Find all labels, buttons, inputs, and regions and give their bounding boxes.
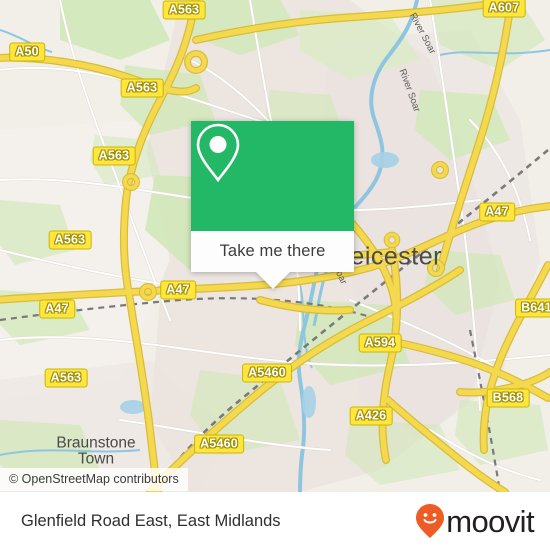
road-shield: A426	[349, 406, 393, 426]
popup-icon-area	[191, 121, 354, 231]
place-label: Town	[77, 450, 115, 468]
take-me-there-label: Take me there	[219, 242, 326, 260]
road-shield: A563	[162, 0, 206, 20]
moovit-wordmark: moovit	[446, 503, 534, 539]
map-screen: .landuse-green{fill:#cfe8b6;} .landuse-g…	[0, 0, 550, 550]
bottom-bar: Glenfield Road East, East Midlands moovi…	[0, 492, 550, 550]
road-shield: A47	[479, 202, 515, 222]
map-attribution[interactable]: © OpenStreetMap contributors	[0, 468, 188, 491]
location-title: Glenfield Road East, East Midlands	[21, 511, 281, 530]
road-shield: B6416	[515, 298, 550, 318]
road-shield: A563	[44, 368, 88, 388]
road-shield: A47	[160, 280, 196, 300]
location-popup[interactable]: Take me there	[191, 121, 354, 289]
road-shield: A5460	[194, 434, 244, 454]
moovit-pin-icon	[416, 504, 445, 538]
road-shield: A607	[482, 0, 526, 18]
place-label: Braunstone	[56, 434, 136, 452]
moovit-logo[interactable]: moovit	[415, 503, 535, 539]
road-shield: A594	[358, 333, 402, 353]
road-shield: A563	[120, 78, 164, 98]
road-shield: A563	[48, 230, 92, 250]
popup-pointer	[255, 272, 290, 289]
road-shield: A563	[92, 146, 136, 166]
road-shield: A47	[39, 299, 75, 319]
map-pin-icon	[196, 123, 240, 183]
road-shield: B568	[486, 388, 530, 408]
map-canvas[interactable]: .landuse-green{fill:#cfe8b6;} .landuse-g…	[0, 0, 550, 492]
take-me-there-button[interactable]: Take me there	[191, 231, 354, 272]
road-shield: A50	[9, 42, 45, 62]
road-shield: A5460	[242, 363, 292, 383]
